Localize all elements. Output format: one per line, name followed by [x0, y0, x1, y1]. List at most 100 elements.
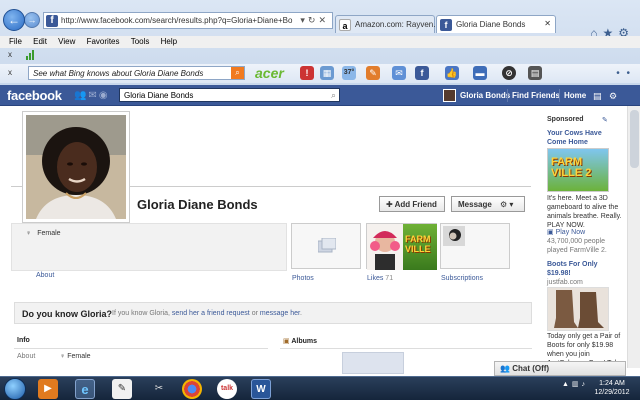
ad-farmville-image-text: FARM VILLE 2 — [551, 156, 592, 179]
globe-icon[interactable]: ⊘ — [502, 66, 516, 80]
chat-bubble-icon[interactable]: ▬ — [473, 66, 487, 80]
tools-icon[interactable]: ✂ — [149, 379, 169, 399]
more-icon[interactable]: • • — [616, 68, 632, 79]
user-name-link[interactable]: Gloria Bonds — [460, 91, 510, 100]
media-player-icon[interactable]: ▶ — [38, 379, 58, 399]
profile-photo-image — [26, 115, 126, 219]
close-bing-toolbar-icon[interactable]: x — [8, 68, 12, 77]
back-button[interactable]: ← — [3, 9, 25, 31]
friend-requests-icon[interactable]: 👥 — [74, 90, 88, 101]
tab-amazon-label: Amazon.com: Rayven... — [355, 20, 440, 29]
address-url[interactable]: http://www.facebook.com/search/results.p… — [61, 16, 292, 25]
page-scrollbar[interactable] — [627, 106, 640, 368]
tab-amazon[interactable]: a Amazon.com: Rayven... — [335, 15, 440, 33]
system-tray: ▲▥♪ — [562, 380, 588, 398]
bing-search-input[interactable]: See what Bing knows about Gloria Diane B… — [28, 66, 245, 80]
mail-icon[interactable]: ✉ — [392, 66, 406, 80]
notifications-icon[interactable]: ◉ — [99, 90, 110, 101]
tab-facebook[interactable]: f Gloria Diane Bonds ✕ — [436, 15, 556, 33]
message-button[interactable]: Message ⚙ ▾ — [451, 196, 525, 212]
acer-logo[interactable]: acer — [255, 65, 284, 81]
album-thumbnail[interactable] — [342, 352, 404, 374]
facebook-toolbar-icon[interactable]: f — [415, 66, 429, 80]
home-link[interactable]: Home — [564, 91, 586, 100]
notepad-icon[interactable]: ✎ — [112, 379, 132, 399]
clock-date: 12/29/2012 — [594, 389, 630, 396]
signal-bars-icon — [26, 49, 36, 60]
notification-jewels: 👥✉◉ — [74, 90, 110, 101]
account-menu-icon[interactable]: ▤ — [593, 91, 602, 102]
likes-label[interactable]: Likes 71 — [367, 275, 393, 282]
start-button-icon[interactable] — [4, 378, 26, 400]
amazon-favicon-icon: a — [339, 19, 351, 31]
albums-title-text: Albums — [291, 338, 317, 345]
facebook-search-input[interactable]: Gloria Diane Bonds ⌕ — [119, 88, 340, 102]
refresh-icon[interactable]: ↻ — [308, 15, 319, 25]
messages-icon[interactable]: ✉ — [88, 90, 98, 101]
word-icon[interactable]: W — [251, 379, 271, 399]
ad-farmville-cta[interactable]: ▣ Play Now — [547, 228, 585, 237]
farmville-thumbnail: FARM VILLE — [403, 224, 437, 270]
settings-gear-icon[interactable]: ⚙ — [609, 91, 617, 102]
weather-icon[interactable]: 37° — [342, 66, 356, 80]
internet-explorer-icon[interactable]: e — [75, 379, 95, 399]
close-toolbar-icon[interactable]: x — [8, 50, 12, 59]
facebook-logo[interactable]: facebook — [7, 88, 62, 103]
albums-section-title[interactable]: ▣ Albums — [283, 337, 317, 345]
gear-dropdown-icon[interactable]: ⚙ ▾ — [500, 200, 513, 209]
know-middle: or — [251, 310, 258, 317]
forward-button[interactable]: → — [24, 12, 40, 28]
ad-boots-title[interactable]: Boots For Only $19.98! — [547, 260, 617, 278]
send-friend-request-link[interactable]: send her a friend request — [172, 310, 250, 317]
subscriptions-thumbnail[interactable] — [440, 223, 510, 269]
add-friend-button[interactable]: ✚ Add Friend — [379, 196, 445, 212]
film-icon[interactable]: ▤ — [528, 66, 542, 80]
ad-farmville-title[interactable]: Your Cows Have Come Home — [547, 129, 617, 147]
subscriptions-label[interactable]: Subscriptions — [441, 275, 483, 282]
photos-label[interactable]: Photos — [292, 275, 314, 282]
about-gender-value: Female — [67, 353, 91, 360]
likes-thumbnail[interactable]: FARM VILLE — [366, 223, 437, 270]
menu-edit[interactable]: Edit — [33, 36, 47, 48]
bing-search-icon[interactable]: ⌕ — [231, 67, 244, 79]
menu-favorites[interactable]: Favorites — [87, 36, 120, 48]
photos-thumbnail[interactable] — [291, 223, 361, 269]
find-friends-link[interactable]: Find Friends — [512, 91, 560, 100]
user-avatar[interactable] — [443, 89, 456, 102]
menu-view[interactable]: View — [58, 36, 75, 48]
google-talk-icon[interactable]: talk — [217, 379, 237, 399]
menu-help[interactable]: Help — [161, 36, 177, 48]
gender-icon: ♀ — [26, 230, 32, 237]
address-bar[interactable]: f http://www.facebook.com/search/results… — [43, 12, 333, 29]
ad-boots-image[interactable] — [547, 287, 609, 331]
chrome-icon[interactable] — [182, 379, 202, 399]
news-icon[interactable]: ! — [300, 66, 314, 80]
notes-icon[interactable]: ✎ — [366, 66, 380, 80]
play-now-link[interactable]: Play Now — [556, 229, 586, 236]
search-dropdown-icon[interactable]: ▾ — [300, 15, 308, 25]
menu-file[interactable]: File — [9, 36, 22, 48]
sponsored-edit-icon[interactable]: ✎ — [602, 116, 608, 124]
ad-farmville-image[interactable]: FARM VILLE 2 — [547, 148, 609, 192]
taskbar-clock[interactable]: 1:24 AM 12/29/2012 — [592, 379, 632, 397]
close-tab-icon[interactable]: ✕ — [544, 19, 551, 28]
like-icon[interactable]: 👍 — [445, 66, 459, 80]
menu-bar: File Edit View Favorites Tools Help — [0, 36, 640, 48]
stop-icon[interactable]: ✕ — [318, 15, 329, 25]
volume-icon[interactable]: ♪ — [582, 381, 589, 388]
info-section-title[interactable]: Info — [17, 337, 30, 344]
do-you-know-text: If you know Gloria, send her a friend re… — [112, 310, 302, 317]
profile-picture[interactable] — [22, 111, 130, 223]
message-her-link[interactable]: message her — [260, 310, 300, 317]
scrollbar-thumb[interactable] — [630, 110, 639, 168]
search-icon[interactable]: ⌕ — [331, 90, 336, 101]
tray-arrow-icon[interactable]: ▲ — [562, 381, 572, 388]
profile-name: Gloria Diane Bonds — [137, 197, 258, 212]
boots-picture-icon — [554, 290, 604, 328]
maps-icon[interactable]: ▦ — [320, 66, 334, 80]
about-link[interactable]: About — [36, 272, 54, 279]
network-icon[interactable]: ▥ — [572, 381, 582, 388]
menu-tools[interactable]: Tools — [131, 36, 150, 48]
chat-bar[interactable]: 👥 Chat (Off) — [494, 361, 626, 376]
windows-taskbar: ▶ e ✎ ✂ talk W ▲▥♪ 1:24 AM 12/29/2012 — [0, 376, 640, 400]
